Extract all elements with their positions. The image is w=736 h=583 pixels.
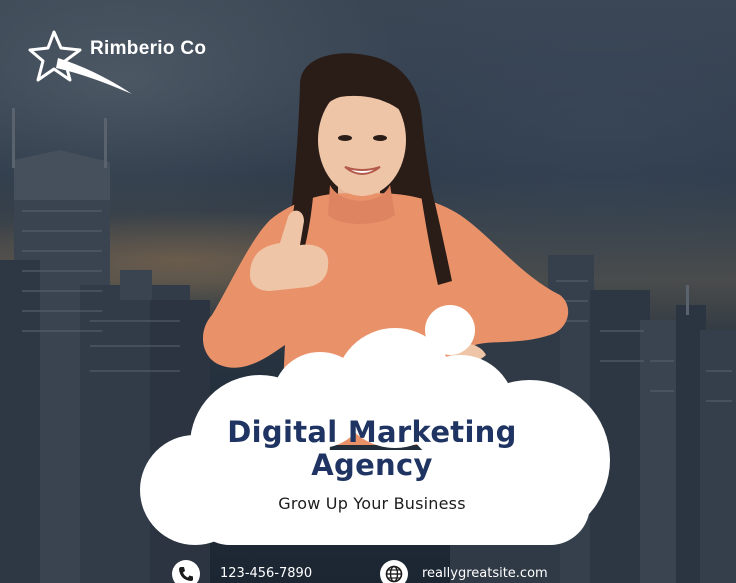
contact-row: 123-456-7890 reallygreatsite.com — [172, 560, 592, 583]
headline-line-2: Agency — [311, 448, 433, 482]
tagline: Grow Up Your Business — [278, 494, 466, 513]
website-link[interactable]: reallygreatsite.com — [422, 566, 548, 581]
phone-number[interactable]: 123-456-7890 — [220, 566, 312, 581]
headline-line-1: Digital Marketing — [227, 415, 517, 449]
phone-icon — [172, 560, 200, 583]
headline: Digital Marketing Agency — [172, 416, 572, 482]
globe-icon — [380, 560, 408, 583]
brand-name: Rimberio Co — [90, 38, 207, 59]
poster-canvas: Rimberio Co Digital Marketing Agency Gro… — [0, 0, 736, 583]
